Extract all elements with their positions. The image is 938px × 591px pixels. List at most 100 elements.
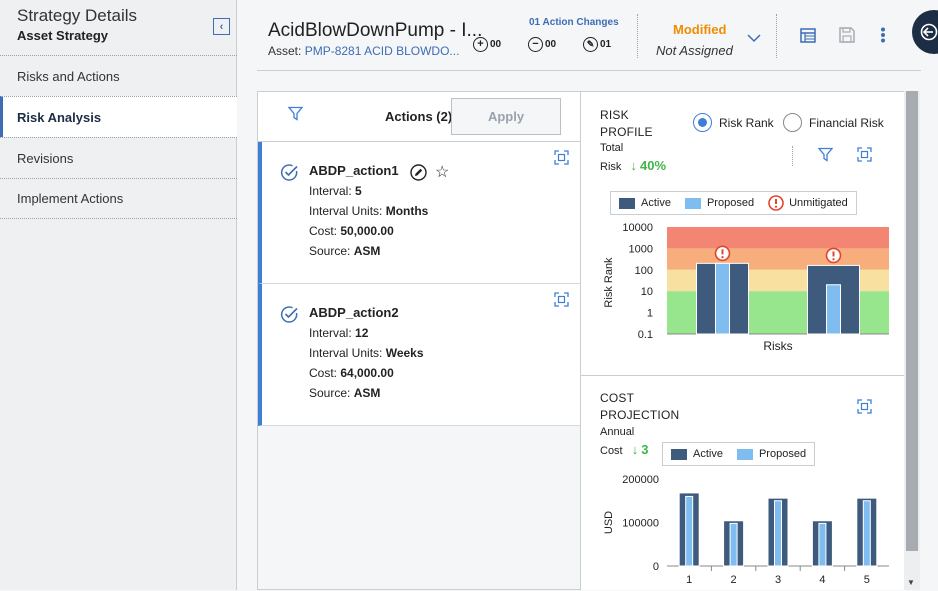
interval-row: Interval: 12 [309,326,368,340]
more-vertical-icon[interactable] [874,26,892,44]
cost-projection-title: COST PROJECTION [600,390,679,424]
asset-info: Asset: PMP-8281 ACID BLOWDO... [268,44,459,58]
status-badge: Modified [673,22,727,37]
expand-icon[interactable] [554,150,569,170]
collapse-sidebar-icon[interactable]: ‹ [213,18,230,35]
sidebar: Strategy Details Asset Strategy ‹ Risks … [0,0,237,590]
chevron-down-icon[interactable] [747,30,761,46]
interval-label: Interval: [309,326,352,340]
sidebar-item-risk-analysis[interactable]: Risk Analysis [0,96,237,137]
interval-units-value: Months [385,204,429,218]
source-label: Source: [309,386,351,400]
cost-projection-title-line: PROJECTION [600,408,680,422]
total-risk-label: Risk [600,161,622,173]
y-tick-label: 1000 [629,243,653,255]
sidebar-item-revisions[interactable]: Revisions [0,137,237,178]
x-tick-label: 3 [775,574,781,586]
bar-proposed [715,262,730,335]
legend-item-proposed: Proposed [684,197,754,209]
interval-row: Interval: 5 [309,184,362,198]
filter-icon[interactable] [817,147,834,167]
sidebar-item-risks-and-actions[interactable]: Risks and Actions [0,55,237,96]
plus-circle-icon: + [473,37,488,52]
radio-risk-rank[interactable]: Risk Rank [693,113,774,132]
radio-dot [783,113,802,132]
bar-proposed [862,500,871,567]
apply-button[interactable]: Apply [451,98,561,135]
x-tick-label: 4 [819,574,825,586]
pencil-circle-icon: ✎ [583,37,598,52]
legend-label: Unmitigated [789,197,848,209]
scroll-down-icon[interactable]: ▼ [907,578,915,587]
y-tick-label: 0 [653,561,659,573]
action-card[interactable]: ABDP_action1 ☆ Interval: 5 Interval Unit… [258,142,580,284]
edited-counter: ✎ 01 [583,37,611,52]
removed-counter: −00 [528,37,556,52]
star-icon[interactable]: ☆ [435,162,449,182]
risk-band-red [667,227,889,249]
cost-row: Cost: 64,000.00 [309,366,394,380]
divider [637,14,638,58]
annual-cost-label: Cost [600,445,623,457]
action-name: ABDP_action2 [309,305,399,320]
legend-item-active: Active [671,448,723,460]
cost-legend: Active Proposed [662,442,816,466]
asset-label: Asset: [268,44,302,58]
y-tick-label: 100000 [622,518,659,530]
radio-label: Risk Rank [719,115,774,130]
y-tick-label: 1 [647,308,653,320]
analysis-panel: RISK PROFILE Total Risk ↓ 40% Risk Rank … [581,91,904,590]
check-circle-icon[interactable] [280,305,299,329]
table-icon[interactable] [799,26,817,44]
arrow-down-icon: ↓ [630,158,637,173]
sidebar-title: Strategy Details [17,6,137,25]
exit-icon[interactable] [912,10,938,54]
added-count: 00 [490,39,502,50]
assignment-status: Not Assigned [656,43,733,58]
edit-icon[interactable] [410,164,427,186]
cost-projection-title-line: COST [600,391,635,405]
source-value: ASM [353,386,381,400]
legend-label: Active [641,197,671,209]
sidebar-header: Strategy Details Asset Strategy [17,6,137,43]
y-axis-label: USD [603,511,615,534]
alert-circle-icon [825,247,842,264]
scrollbar[interactable]: ▼ [904,91,920,590]
cost-row: Cost: 50,000.00 [309,224,394,238]
expand-icon[interactable] [857,399,872,419]
sidebar-item-label: Revisions [17,150,74,166]
sidebar-item-implement-actions[interactable]: Implement Actions [0,178,237,219]
y-tick-label: 200000 [622,474,659,486]
alert-circle-icon [714,245,731,262]
actions-toolbar: Actions (2) Apply [258,92,580,142]
alert-circle-icon [768,195,784,211]
action-card[interactable]: ABDP_action2 Interval: 12 Interval Units… [258,284,580,426]
header: AcidBlowDownPump - I... Asset: PMP-8281 … [237,0,938,70]
interval-units-value: Weeks [385,346,424,360]
legend-item-proposed: Proposed [736,448,806,460]
legend-swatch [684,197,701,209]
cost-label: Cost: [309,224,338,238]
expand-icon[interactable] [554,292,569,312]
expand-icon[interactable] [857,147,872,167]
total-risk-change: Risk ↓ 40% [600,158,666,173]
asset-link[interactable]: PMP-8281 ACID BLOWDO... [305,44,460,58]
interval-units-label: Interval Units: [309,204,383,218]
cost-value: 64,000.00 [340,366,394,380]
check-circle-icon[interactable] [280,163,299,187]
scrollbar-thumb[interactable] [906,91,918,551]
actions-title: Actions (2) [385,109,453,124]
save-icon[interactable] [838,26,856,44]
bar-proposed [729,522,738,567]
cost-value: 50,000.00 [340,224,394,238]
risk-profile-title: RISK PROFILE [600,107,653,141]
y-tick-label: 10000 [622,222,653,234]
risk-rank-chart: 10000 1000 100 10 1 0.1 Risk Rank Risks [603,222,889,353]
edited-count: 01 [600,39,612,50]
y-axis-label: Risk Rank [603,257,615,308]
filter-icon[interactable] [287,106,304,126]
action-changes-label: 01 Action Changes [529,17,619,28]
actions-panel: Actions (2) Apply ABDP_action1 ☆ Interva… [257,91,581,590]
radio-financial-risk[interactable]: Financial Risk [783,113,884,132]
risk-profile-title-line: RISK [600,108,629,122]
